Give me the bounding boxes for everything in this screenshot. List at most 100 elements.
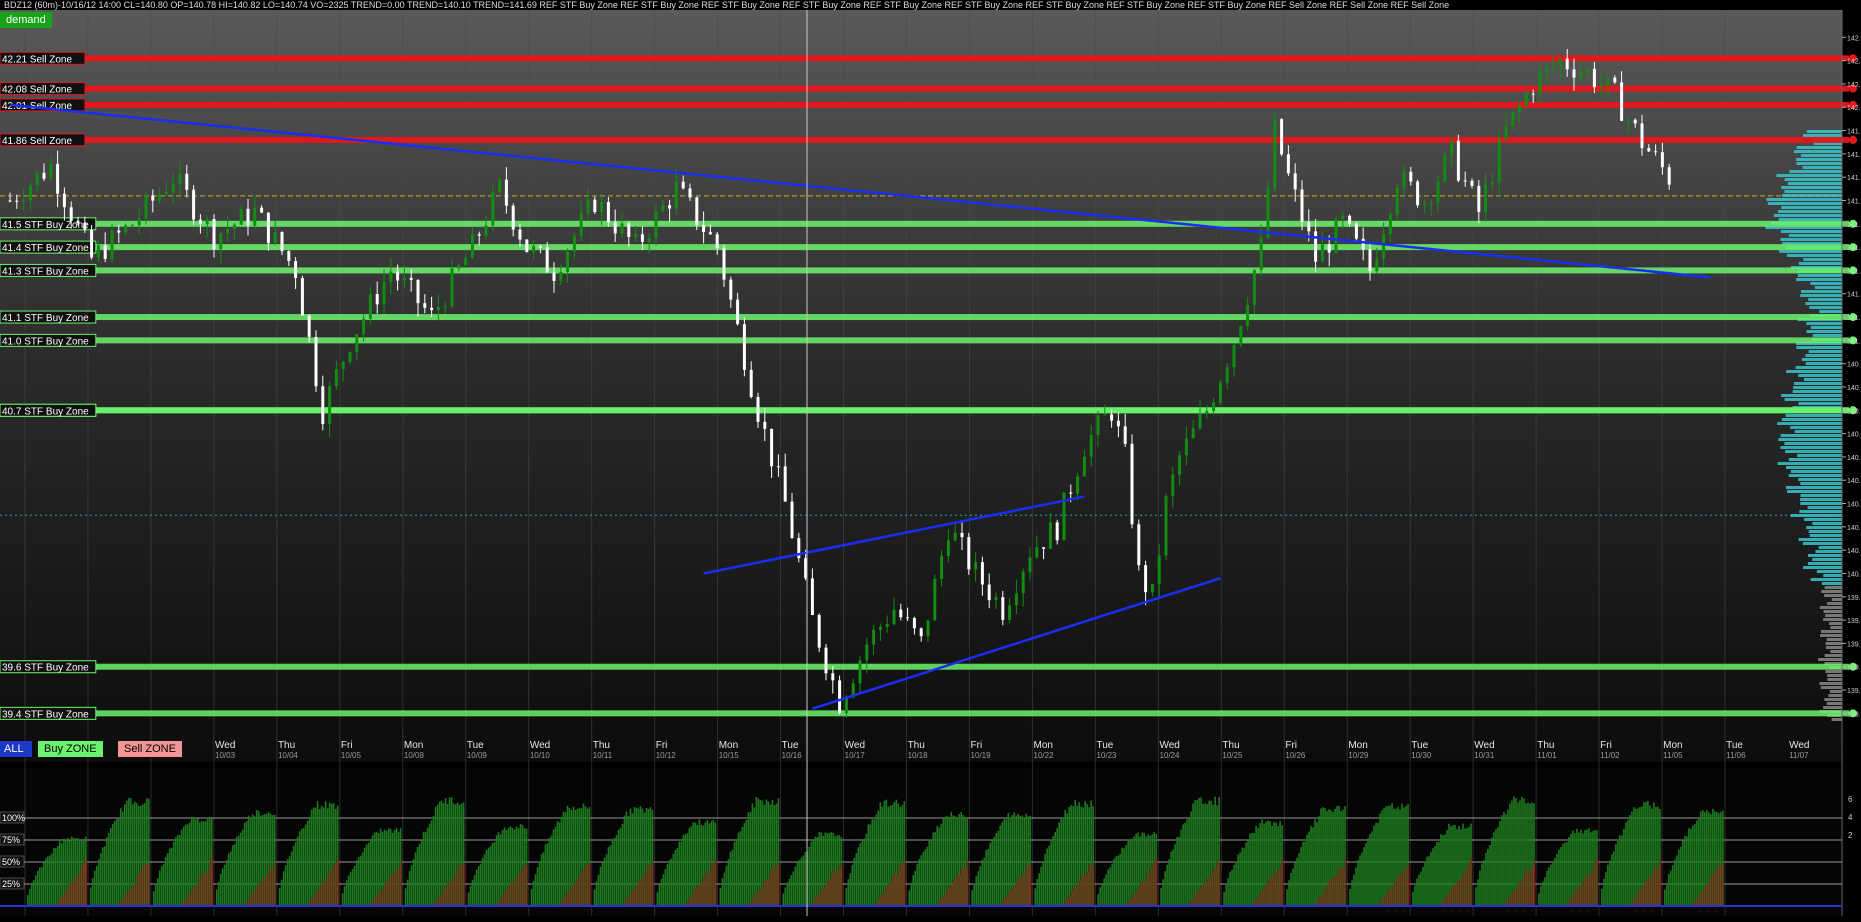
oscillator-bar-green xyxy=(1619,835,1621,906)
oscillator-bar-green xyxy=(1607,864,1609,906)
oscillator-bar-red xyxy=(1264,885,1266,906)
all-button[interactable]: ALL xyxy=(0,741,32,757)
oscillator-bar-green xyxy=(1501,815,1503,906)
oscillator-bar-green xyxy=(676,847,679,906)
oscillator-bar-green xyxy=(729,851,732,906)
oscillator-bar-green xyxy=(924,849,927,906)
oscillator-bar-green xyxy=(810,841,813,906)
oscillator-bar-green xyxy=(168,848,171,906)
oscillator-bar-green xyxy=(613,838,616,906)
oscillator-bar-red xyxy=(638,880,640,906)
x-tick-date: 10/22 xyxy=(1034,751,1055,760)
oscillator-bar-red xyxy=(1404,869,1406,906)
oscillator-bar-green xyxy=(121,811,124,906)
oscillator-bar-red xyxy=(1517,882,1520,906)
candle-body xyxy=(749,369,753,397)
oscillator-bar-red xyxy=(437,897,439,906)
oscillator-bar-red xyxy=(1327,884,1329,906)
candle-body xyxy=(1076,476,1080,494)
candle-body xyxy=(634,234,638,237)
oscillator-bar-green xyxy=(483,854,486,906)
oscillator-bar-green xyxy=(908,890,911,906)
buy-zone-button[interactable]: Buy ZONE xyxy=(38,741,103,757)
oscillator-bar-green xyxy=(593,889,596,906)
oscillator-bar-green xyxy=(1129,839,1131,906)
candle-body xyxy=(1171,474,1175,497)
oscillator-bar-red xyxy=(1215,869,1217,906)
oscillator-bar-green xyxy=(660,879,663,906)
profile-bar xyxy=(1796,278,1842,281)
oscillator-bar-red xyxy=(709,872,711,906)
oscillator-bar-green xyxy=(308,816,311,906)
oscillator-bar-green xyxy=(1446,830,1448,906)
oscillator-bar-green xyxy=(1038,873,1041,906)
profile-bar xyxy=(1819,606,1842,609)
oscillator-bar-green xyxy=(1111,863,1113,906)
oscillator-bar-green xyxy=(101,847,104,906)
x-tick-day: Wed xyxy=(215,740,235,751)
profile-bar xyxy=(1809,534,1842,537)
oscillator-bar-red xyxy=(1132,894,1134,906)
oscillator-bar-red xyxy=(526,864,528,906)
y-tick-label: 140.9 xyxy=(1847,362,1861,369)
profile-bar xyxy=(1793,386,1842,389)
oscillator-bar-red xyxy=(1448,892,1451,906)
candle-body xyxy=(654,211,658,239)
oscillator-bar-red xyxy=(272,867,274,906)
candle-body xyxy=(1028,557,1032,572)
oscillator-bar-green xyxy=(757,798,760,906)
oscillator-bar-red xyxy=(461,863,463,906)
oscillator-bar-red xyxy=(819,893,821,906)
oscillator-bar-red xyxy=(1140,881,1142,906)
oscillator-bar-green xyxy=(115,818,118,906)
profile-bar xyxy=(1826,702,1842,705)
oscillator-bar-green xyxy=(353,866,356,906)
candle-body xyxy=(1416,181,1420,206)
oscillator-bar-green xyxy=(424,831,427,906)
profile-bar xyxy=(1782,194,1842,197)
profile-bar xyxy=(1781,418,1842,421)
oscillator-bar-red xyxy=(1641,886,1644,906)
oscillator-bar-red xyxy=(1596,856,1599,906)
oscillator-bar-green xyxy=(664,869,667,906)
oscillator-bar-green xyxy=(928,840,931,906)
candle-body xyxy=(532,246,536,252)
candle-body xyxy=(260,207,264,213)
oscillator-bar-green xyxy=(174,837,177,906)
candle-body xyxy=(1436,181,1440,203)
x-tick-day: Fri xyxy=(656,740,668,751)
profile-bar xyxy=(1780,446,1842,449)
oscillator-bar-red xyxy=(1708,881,1711,906)
oscillator-bar-green xyxy=(1316,821,1318,906)
zone-line xyxy=(0,337,1849,344)
oscillator-bar-green xyxy=(280,879,283,906)
oscillator-bar-green xyxy=(1166,864,1168,906)
oscillator-bar-red xyxy=(380,890,382,906)
y-tick-label: 141.9 xyxy=(1847,129,1861,136)
candle-body xyxy=(695,197,699,226)
profile-bar xyxy=(1776,174,1842,177)
oscillator-bar-green xyxy=(1302,841,1304,906)
oscillator-bar-green xyxy=(934,832,937,906)
oscillator-bar-green xyxy=(343,886,346,906)
oscillator-bar-green xyxy=(656,892,659,906)
candle-body xyxy=(246,208,250,226)
oscillator-bar-green xyxy=(359,855,362,906)
oscillator-bar-green xyxy=(678,841,681,906)
oscillator-bar-green xyxy=(871,819,874,906)
candle-body xyxy=(844,697,848,714)
oscillator-bar-green xyxy=(314,807,317,906)
oscillator-bar-red xyxy=(829,880,831,906)
oscillator-bar-green xyxy=(245,820,248,906)
oscillator-bar-green xyxy=(406,879,409,906)
candle-body xyxy=(83,222,87,230)
oscillator-bar-red xyxy=(1578,886,1581,906)
oscillator-bar-red xyxy=(1643,881,1646,906)
chart-canvas[interactable]: 42.21 Sell Zone42.08 Sell Zone42.01 Sell… xyxy=(0,0,1861,922)
oscillator-bar-green xyxy=(1125,844,1127,906)
profile-bar xyxy=(1801,358,1842,361)
oscillator-bar-red xyxy=(337,857,339,906)
zone-label: 39.4 STF Buy Zone xyxy=(2,709,89,720)
sell-zone-button[interactable]: Sell ZONE xyxy=(118,741,182,757)
oscillator-bar-red xyxy=(1590,873,1593,906)
